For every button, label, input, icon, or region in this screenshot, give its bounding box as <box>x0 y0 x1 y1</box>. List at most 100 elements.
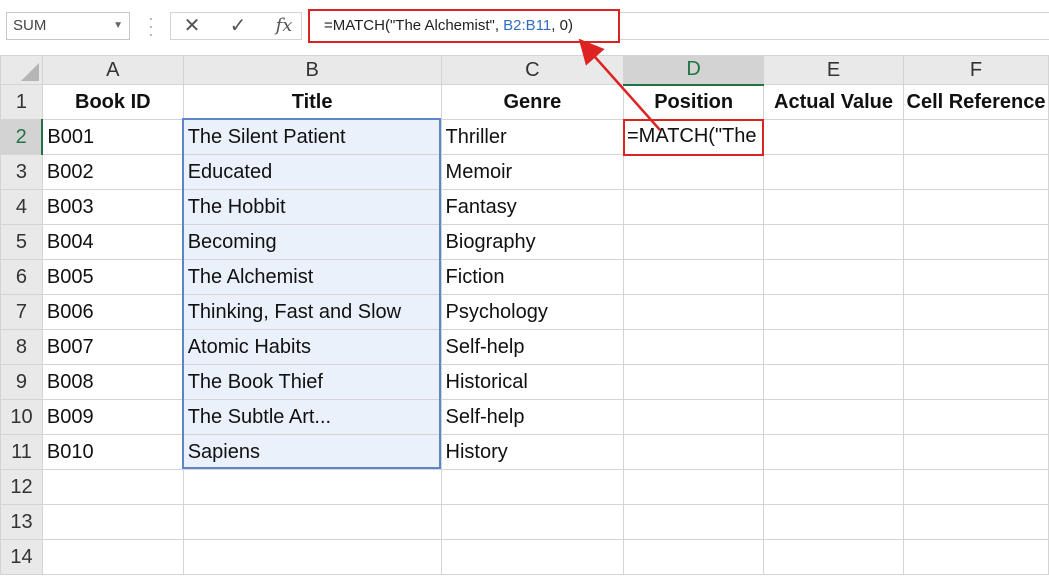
cell-a9[interactable]: B008 <box>41 364 184 400</box>
cell-e9[interactable] <box>763 364 904 400</box>
column-header-f[interactable]: F <box>902 55 1049 85</box>
row-header[interactable]: 7 <box>0 294 43 330</box>
cell-c13[interactable] <box>440 504 625 540</box>
cell-f7[interactable] <box>902 294 1049 330</box>
active-cell-d2[interactable]: =MATCH("The <box>623 119 764 156</box>
cell-f10[interactable] <box>902 399 1049 435</box>
row-header[interactable]: 6 <box>0 259 43 295</box>
cell-a1[interactable]: Book ID <box>41 84 184 120</box>
cell-c10[interactable]: Self-help <box>440 399 625 435</box>
cell-a5[interactable]: B004 <box>41 224 184 260</box>
cell-e14[interactable] <box>763 539 904 575</box>
cell-b12[interactable] <box>182 469 442 505</box>
cell-c11[interactable]: History <box>440 434 625 470</box>
row-header[interactable]: 13 <box>0 504 43 540</box>
cell-f1[interactable]: Cell Reference <box>902 84 1049 120</box>
cell-e5[interactable] <box>763 224 904 260</box>
cell-a11[interactable]: B010 <box>41 434 184 470</box>
row-header[interactable]: 2 <box>0 119 44 155</box>
insert-function-icon[interactable]: fx <box>269 13 299 39</box>
cell-c5[interactable]: Biography <box>440 224 625 260</box>
cell-e6[interactable] <box>763 259 904 295</box>
cell-b1[interactable]: Title <box>182 84 442 120</box>
cell-e7[interactable] <box>763 294 904 330</box>
cell-d1[interactable]: Position <box>623 84 765 120</box>
cell-c12[interactable] <box>440 469 625 505</box>
cell-e8[interactable] <box>763 329 904 365</box>
cell-d6[interactable] <box>623 259 765 295</box>
row-header[interactable]: 12 <box>0 469 43 505</box>
cell-d5[interactable] <box>623 224 765 260</box>
cell-d4[interactable] <box>623 189 765 225</box>
cell-a13[interactable] <box>41 504 184 540</box>
cell-e3[interactable] <box>763 154 904 190</box>
cell-d7[interactable] <box>623 294 765 330</box>
cell-b14[interactable] <box>182 539 442 575</box>
cell-b13[interactable] <box>182 504 442 540</box>
cell-c8[interactable]: Self-help <box>440 329 625 365</box>
cell-f2[interactable] <box>902 119 1049 155</box>
cell-a2[interactable]: B001 <box>41 119 184 155</box>
cell-c1[interactable]: Genre <box>440 84 625 120</box>
cell-f9[interactable] <box>902 364 1049 400</box>
cell-c14[interactable] <box>440 539 625 575</box>
cell-a7[interactable]: B006 <box>41 294 184 330</box>
name-box[interactable]: SUM ▼ <box>6 12 130 40</box>
cancel-icon[interactable]: ✕ <box>177 13 207 39</box>
cell-c9[interactable]: Historical <box>440 364 625 400</box>
cell-d9[interactable] <box>623 364 765 400</box>
cell-f12[interactable] <box>902 469 1049 505</box>
enter-icon[interactable]: ✓ <box>223 13 253 39</box>
cell-d10[interactable] <box>623 399 765 435</box>
row-header[interactable]: 11 <box>0 434 43 470</box>
column-header-c[interactable]: C <box>440 55 625 85</box>
cell-b6[interactable]: The Alchemist <box>182 259 442 295</box>
cell-b3[interactable]: Educated <box>182 154 442 190</box>
cell-b7[interactable]: Thinking, Fast and Slow <box>182 294 442 330</box>
formula-input[interactable]: =MATCH("The Alchemist", B2:B11, 0) <box>308 9 620 43</box>
select-all-corner[interactable] <box>0 55 43 85</box>
cell-d3[interactable] <box>623 154 765 190</box>
row-header[interactable]: 10 <box>0 399 43 435</box>
cell-b11[interactable]: Sapiens <box>182 434 442 470</box>
cell-f5[interactable] <box>902 224 1049 260</box>
row-header[interactable]: 3 <box>0 154 43 190</box>
cell-c2[interactable]: Thriller <box>440 119 625 155</box>
row-header[interactable]: 5 <box>0 224 43 260</box>
row-header[interactable]: 9 <box>0 364 43 400</box>
column-header-b[interactable]: B <box>182 55 442 85</box>
cell-c6[interactable]: Fiction <box>440 259 625 295</box>
cell-e4[interactable] <box>763 189 904 225</box>
cell-a10[interactable]: B009 <box>41 399 184 435</box>
cell-d12[interactable] <box>623 469 765 505</box>
cell-f4[interactable] <box>902 189 1049 225</box>
cell-f11[interactable] <box>902 434 1049 470</box>
cell-c3[interactable]: Memoir <box>440 154 625 190</box>
cell-e12[interactable] <box>763 469 904 505</box>
cell-d13[interactable] <box>623 504 765 540</box>
cell-a14[interactable] <box>41 539 184 575</box>
cell-a8[interactable]: B007 <box>41 329 184 365</box>
cell-f8[interactable] <box>902 329 1049 365</box>
cell-b8[interactable]: Atomic Habits <box>182 329 442 365</box>
row-header[interactable]: 8 <box>0 329 43 365</box>
cell-d8[interactable] <box>623 329 765 365</box>
cell-d11[interactable] <box>623 434 765 470</box>
cell-a6[interactable]: B005 <box>41 259 184 295</box>
cell-e13[interactable] <box>763 504 904 540</box>
cell-a12[interactable] <box>41 469 184 505</box>
cell-e10[interactable] <box>763 399 904 435</box>
cell-c4[interactable]: Fantasy <box>440 189 625 225</box>
cell-b5[interactable]: Becoming <box>182 224 442 260</box>
cell-a3[interactable]: B002 <box>41 154 184 190</box>
column-header-a[interactable]: A <box>41 55 184 85</box>
formula-bar-extension[interactable] <box>620 12 1049 40</box>
row-header[interactable]: 14 <box>0 539 43 575</box>
cell-a4[interactable]: B003 <box>41 189 184 225</box>
cell-f6[interactable] <box>902 259 1049 295</box>
cell-e11[interactable] <box>763 434 904 470</box>
row-header[interactable]: 4 <box>0 189 43 225</box>
cell-f13[interactable] <box>902 504 1049 540</box>
row-header[interactable]: 1 <box>0 84 43 120</box>
cell-b9[interactable]: The Book Thief <box>182 364 442 400</box>
